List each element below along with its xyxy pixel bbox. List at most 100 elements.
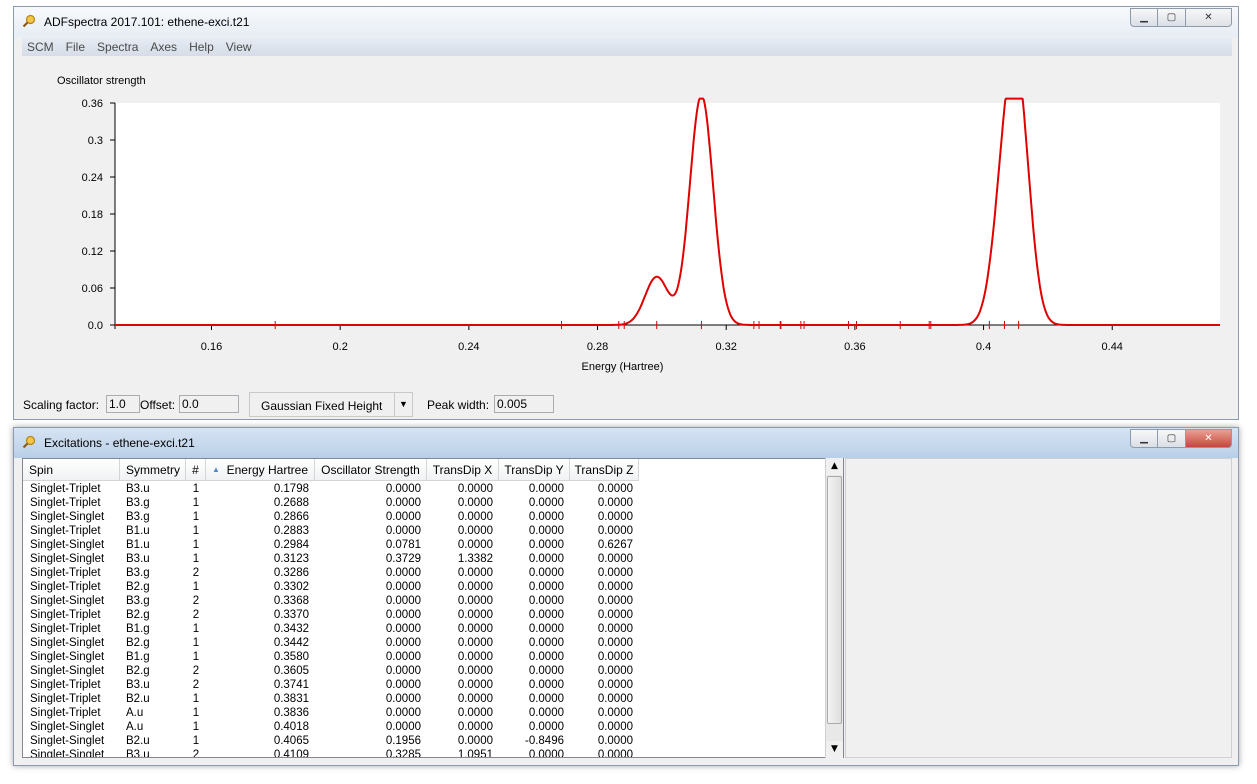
cell-transdip-x: 0.0000 — [457, 679, 493, 691]
cell-spin: Singlet-Triplet — [30, 693, 101, 705]
cell-symmetry: B2.g — [126, 637, 150, 649]
cell-transdip-y: 0.0000 — [528, 483, 564, 495]
cell-transdip-z: 0.0000 — [597, 609, 633, 621]
scroll-down-icon[interactable]: ▼ — [826, 741, 843, 758]
maximize-icon: ▢ — [1166, 12, 1177, 23]
column-header-transdip-y[interactable]: TransDip Y — [499, 459, 570, 481]
table-row[interactable]: Singlet-Singlet B3.g 2 0.3368 0.0000 0.0000 0.… — [23, 594, 639, 608]
offset-input[interactable] — [179, 395, 239, 413]
y-tick-label: 0.3 — [88, 135, 103, 147]
cell-oscillator-strength: 0.0000 — [385, 525, 421, 537]
column-header-oscillator-strength[interactable]: Oscillator Strength — [315, 459, 427, 481]
cell-number: 1 — [192, 539, 200, 551]
x-tick-label: 0.32 — [715, 341, 736, 353]
column-header-energy[interactable]: ▲ Energy Hartree — [206, 459, 315, 481]
spectrum-controls: Scaling factor: Offset: Gaussian Fixed H… — [22, 392, 1232, 418]
menu-view[interactable]: View — [221, 38, 259, 56]
excitations-table[interactable]: Spin Symmetry # ▲ Energy Hartree Oscillat… — [22, 458, 844, 758]
scaling-factor-input[interactable] — [106, 395, 140, 413]
minimize-button[interactable]: ▁ — [1130, 429, 1158, 448]
cell-spin: Singlet-Triplet — [30, 707, 101, 719]
table-row[interactable]: Singlet-Triplet B3.g 2 0.3286 0.0000 0.0000 0.… — [23, 566, 639, 580]
table-row[interactable]: Singlet-Singlet B2.g 2 0.3605 0.0000 0.0000 0.… — [23, 664, 639, 678]
cell-transdip-x: 0.0000 — [457, 525, 493, 537]
close-button[interactable]: ✕ — [1186, 429, 1232, 448]
menu-scm[interactable]: SCM — [22, 38, 61, 56]
cell-transdip-y: -0.8496 — [524, 735, 564, 747]
cell-number: 1 — [192, 735, 200, 747]
scrollbar-thumb[interactable] — [827, 476, 842, 724]
table-row[interactable]: Singlet-Singlet B3.g 1 0.2866 0.0000 0.0000 0.… — [23, 510, 639, 524]
main-titlebar[interactable]: ADFspectra 2017.101: ethene-exci.t21 ▁ ▢… — [14, 7, 1238, 37]
chevron-down-icon[interactable]: ▼ — [394, 393, 412, 416]
table-row[interactable]: Singlet-Triplet B1.g 1 0.3432 0.0000 0.0000 0.… — [23, 622, 639, 636]
cell-spin: Singlet-Singlet — [30, 651, 105, 663]
cell-spin: Singlet-Triplet — [30, 567, 101, 579]
column-header-label: TransDip Z — [574, 463, 634, 477]
cell-transdip-y: 0.0000 — [528, 707, 564, 719]
table-row[interactable]: Singlet-Singlet A.u 1 0.4018 0.0000 0.0000 0.0… — [23, 720, 639, 734]
cell-spin: Singlet-Triplet — [30, 525, 101, 537]
table-row[interactable]: Singlet-Triplet B2.g 2 0.3370 0.0000 0.0000 0.… — [23, 608, 639, 622]
column-header-number[interactable]: # — [186, 459, 206, 481]
table-row[interactable]: Singlet-Singlet B1.u 1 0.2984 0.0781 0.0000 0.… — [23, 538, 639, 552]
cell-transdip-z: 0.0000 — [597, 525, 633, 537]
menu-axes[interactable]: Axes — [145, 38, 184, 56]
table-row[interactable]: Singlet-Triplet B2.g 1 0.3302 0.0000 0.0000 0.… — [23, 580, 639, 594]
cell-oscillator-strength: 0.0000 — [385, 651, 421, 663]
peak-width-input[interactable] — [494, 395, 554, 413]
column-header-transdip-z[interactable]: TransDip Z — [570, 459, 639, 481]
table-row[interactable]: Singlet-Triplet A.u 1 0.3836 0.0000 0.0000 0.0… — [23, 706, 639, 720]
spectrum-chart[interactable]: 0.0 0.06 0.12 0.18 0.24 0.3 0.36 0.16 0.2 0.24 0.2… — [22, 57, 1232, 391]
table-row[interactable]: Singlet-Singlet B3.u 2 0.4109 0.3285 1.0951 0.… — [23, 748, 639, 757]
menu-spectra[interactable]: Spectra — [92, 38, 145, 56]
cell-transdip-y: 0.0000 — [528, 721, 564, 733]
cell-symmetry: B3.u — [126, 679, 150, 691]
column-header-label: TransDip X — [432, 463, 493, 477]
spectrum-plot-area[interactable]: 0.0 0.06 0.12 0.18 0.24 0.3 0.36 0.16 0.2 0.24 0.2… — [22, 57, 1232, 391]
column-header-spin[interactable]: Spin — [23, 459, 120, 481]
cell-transdip-x: 1.3382 — [457, 553, 493, 565]
table-row[interactable]: Singlet-Triplet B2.u 1 0.3831 0.0000 0.0000 0.… — [23, 692, 639, 706]
table-row[interactable]: Singlet-Singlet B2.u 1 0.4065 0.1956 0.0000 -0… — [23, 734, 639, 748]
table-row[interactable]: Singlet-Singlet B1.g 1 0.3580 0.0000 0.0000 0.… — [23, 650, 639, 664]
scroll-up-icon[interactable]: ▲ — [826, 458, 843, 475]
x-axis-title: Energy (Hartree) — [582, 361, 664, 373]
cell-transdip-z: 0.0000 — [597, 483, 633, 495]
cell-symmetry: B2.g — [126, 609, 150, 621]
magnifier-app-icon — [22, 14, 36, 28]
cell-transdip-x: 0.0000 — [457, 623, 493, 635]
minimize-button[interactable]: ▁ — [1130, 8, 1158, 27]
broadening-select[interactable]: Gaussian Fixed Height ▼ — [249, 392, 413, 417]
cell-number: 1 — [192, 511, 200, 523]
cell-transdip-y: 0.0000 — [528, 511, 564, 523]
menu-help[interactable]: Help — [184, 38, 221, 56]
column-header-transdip-x[interactable]: TransDip X — [427, 459, 499, 481]
table-row[interactable]: Singlet-Triplet B1.u 1 0.2883 0.0000 0.0000 0.… — [23, 524, 639, 538]
column-header-symmetry[interactable]: Symmetry — [120, 459, 186, 481]
cell-symmetry: A.u — [126, 707, 144, 719]
table-row[interactable]: Singlet-Singlet B3.u 1 0.3123 0.3729 1.3382 0.… — [23, 552, 639, 566]
table-row[interactable]: Singlet-Triplet B3.g 1 0.2688 0.0000 0.0000 0.… — [23, 496, 639, 510]
table-vertical-scrollbar[interactable]: ▲ ▼ — [825, 458, 843, 758]
cell-energy: 0.3286 — [273, 567, 309, 579]
cell-energy: 0.3442 — [273, 637, 309, 649]
cell-transdip-y: 0.0000 — [528, 609, 564, 621]
peak-width-label: Peak width: — [427, 398, 490, 412]
cell-symmetry: B3.g — [126, 595, 150, 607]
cell-transdip-y: 0.0000 — [528, 679, 564, 691]
x-tick-label: 0.2 — [333, 341, 348, 353]
cell-transdip-y: 0.0000 — [528, 581, 564, 593]
menu-file[interactable]: File — [61, 38, 92, 56]
cell-spin: Singlet-Singlet — [30, 539, 105, 551]
excitations-titlebar[interactable]: Excitations - ethene-exci.t21 ▁ ▢ ✕ — [14, 428, 1238, 458]
maximize-button[interactable]: ▢ — [1158, 429, 1186, 448]
table-row[interactable]: Singlet-Triplet B3.u 2 0.3741 0.0000 0.0000 0.… — [23, 678, 639, 692]
cell-transdip-y: 0.0000 — [528, 567, 564, 579]
table-row[interactable]: Singlet-Singlet B2.g 1 0.3442 0.0000 0.0000 0.… — [23, 636, 639, 650]
cell-spin: Singlet-Triplet — [30, 497, 101, 509]
close-button[interactable]: ✕ — [1186, 8, 1232, 27]
cell-spin: Singlet-Singlet — [30, 595, 105, 607]
table-row[interactable]: Singlet-Triplet B3.u 1 0.1798 0.0000 0.0000 0.… — [23, 482, 639, 496]
maximize-button[interactable]: ▢ — [1158, 8, 1186, 27]
